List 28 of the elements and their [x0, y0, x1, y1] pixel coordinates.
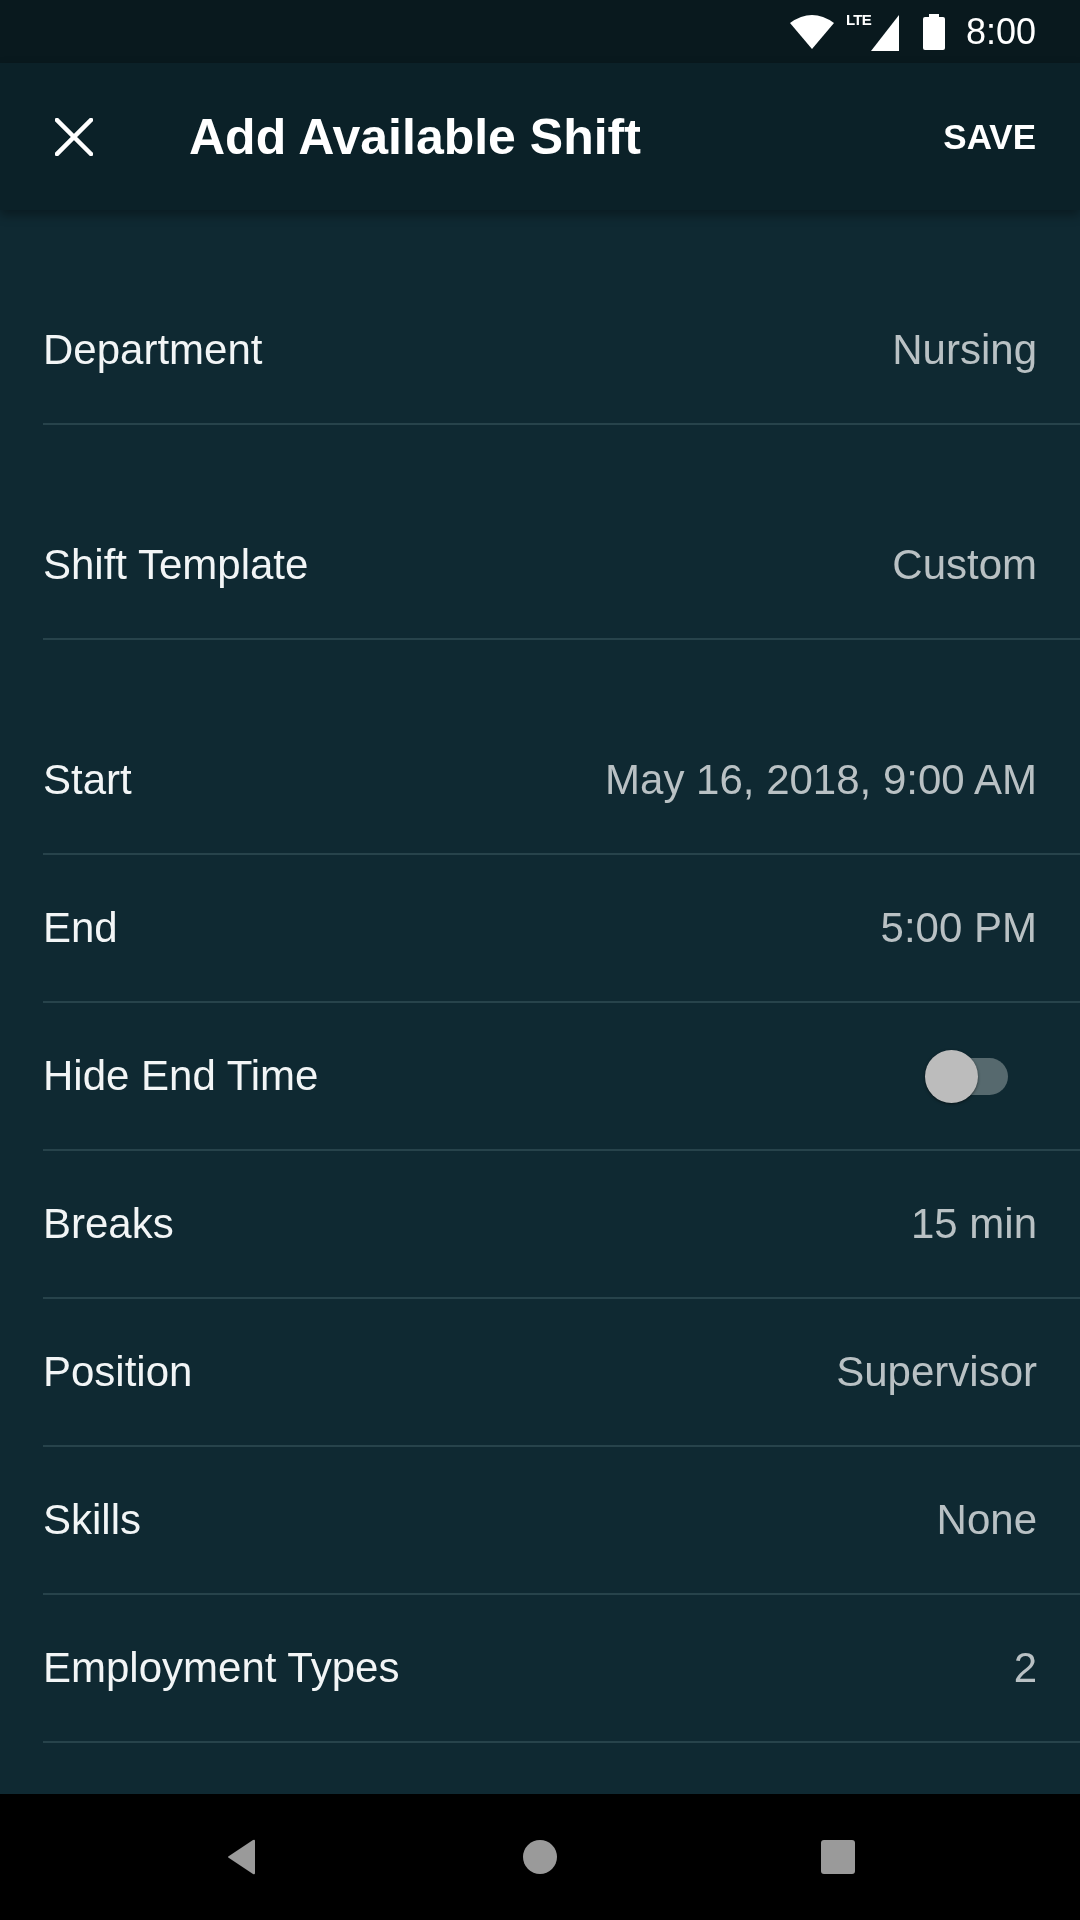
screen-title: Add Available Shift: [189, 111, 641, 162]
row-label: Shift Template: [43, 544, 309, 586]
row-label: Hide End Time: [43, 1055, 319, 1097]
row-label: Start: [43, 759, 132, 801]
cell-signal-icon: [870, 14, 899, 51]
row-label: End: [43, 907, 118, 949]
save-button[interactable]: SAVE: [943, 119, 1036, 154]
network-type-label: LTE: [845, 12, 871, 27]
toggle-switch[interactable]: [925, 1049, 1008, 1103]
row-label: Skills: [43, 1499, 141, 1541]
row-label: Employment Types: [43, 1647, 400, 1689]
row-value: 2: [1013, 1647, 1037, 1689]
battery-icon: [922, 13, 945, 50]
status-time: 8:00: [965, 13, 1036, 50]
row-label: Breaks: [43, 1203, 174, 1245]
row-label: Department: [43, 329, 263, 371]
row-value: Custom: [892, 544, 1037, 586]
back-icon[interactable]: [227, 1839, 257, 1875]
home-icon[interactable]: [523, 1840, 557, 1874]
close-icon[interactable]: [55, 117, 93, 156]
row-label: Position: [43, 1351, 193, 1393]
row-value: 15 min: [910, 1203, 1037, 1245]
row-value: Supervisor: [836, 1351, 1037, 1393]
row-value: 5:00 PM: [880, 907, 1037, 949]
row-value: May 16, 2018, 9:00 AM: [605, 759, 1037, 801]
row-value: None: [936, 1499, 1037, 1541]
row-value: Nursing: [892, 329, 1037, 371]
wifi-icon: [789, 14, 834, 49]
